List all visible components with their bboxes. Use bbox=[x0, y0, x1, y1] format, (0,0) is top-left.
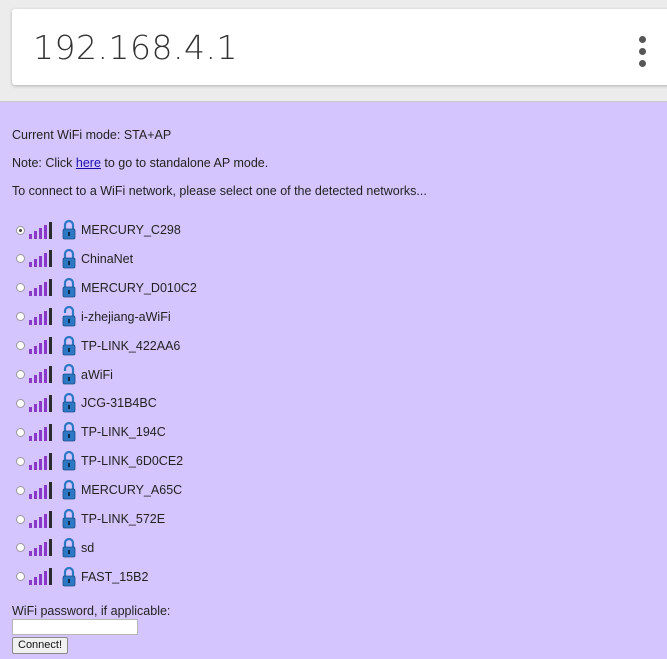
network-item[interactable]: MERCURY_C298 bbox=[16, 218, 181, 242]
wifi-signal-icon bbox=[29, 221, 52, 239]
lock-closed-icon bbox=[62, 277, 76, 298]
network-ssid: MERCURY_D010C2 bbox=[81, 280, 197, 295]
network-radio[interactable] bbox=[16, 572, 25, 582]
network-ssid: ChinaNet bbox=[81, 251, 134, 266]
network-ssid: TP-LINK_6D0CE2 bbox=[81, 454, 184, 469]
network-ssid: i-zhejiang-aWiFi bbox=[81, 309, 171, 324]
note-suffix: to go to standalone AP mode. bbox=[100, 156, 269, 170]
network-radio[interactable] bbox=[16, 341, 25, 351]
wifi-signal-icon bbox=[29, 337, 52, 355]
network-ssid: aWiFi bbox=[81, 367, 113, 382]
network-ssid: MERCURY_C298 bbox=[81, 223, 181, 237]
wifi-signal-icon bbox=[29, 568, 52, 586]
network-radio[interactable] bbox=[16, 485, 25, 495]
standalone-ap-link[interactable]: here bbox=[76, 156, 101, 170]
network-item[interactable]: MERCURY_A65C bbox=[16, 478, 182, 502]
lock-open-icon bbox=[62, 305, 76, 327]
wifi-signal-icon bbox=[29, 366, 52, 383]
wifi-signal-icon bbox=[29, 279, 52, 297]
network-radio[interactable] bbox=[16, 225, 25, 235]
note-text: Note: Click here to go to standalone AP … bbox=[12, 156, 268, 170]
network-ssid: TP-LINK_572E bbox=[81, 512, 166, 526]
instruction-text: To connect to a WiFi network, please sel… bbox=[12, 184, 427, 198]
network-ssid: TP-LINK_422AA6 bbox=[81, 338, 181, 353]
wifi-signal-icon bbox=[29, 250, 52, 268]
network-radio[interactable] bbox=[16, 283, 25, 293]
lock-closed-icon bbox=[62, 219, 76, 240]
note-prefix: Note: Click bbox=[12, 156, 76, 170]
network-item[interactable]: ChinaNet bbox=[16, 247, 133, 271]
wifi-signal-icon bbox=[29, 394, 52, 412]
wifi-signal-icon bbox=[29, 423, 52, 441]
network-radio[interactable] bbox=[16, 456, 25, 466]
more-vertical-icon[interactable] bbox=[637, 36, 647, 76]
password-label: WiFi password, if applicable: bbox=[12, 604, 171, 618]
lock-closed-icon bbox=[62, 508, 76, 529]
network-radio[interactable] bbox=[16, 427, 25, 437]
lock-closed-icon bbox=[62, 248, 76, 269]
wifi-signal-icon bbox=[29, 308, 52, 326]
network-radio[interactable] bbox=[16, 370, 25, 379]
lock-closed-icon bbox=[62, 480, 76, 500]
connect-button[interactable]: Connect! bbox=[12, 637, 69, 654]
network-item[interactable]: TP-LINK_6D0CE2 bbox=[16, 449, 183, 473]
network-item[interactable]: TP-LINK_572E bbox=[16, 507, 165, 531]
network-item[interactable]: TP-LINK_194C bbox=[16, 420, 166, 444]
wifi-signal-icon bbox=[29, 452, 52, 470]
network-ssid: FAST_15B2 bbox=[81, 569, 149, 584]
lock-open-icon bbox=[62, 363, 76, 384]
wifi-mode-text: Current WiFi mode: STA+AP bbox=[12, 128, 172, 142]
url-text[interactable]: 192.168.4.1 bbox=[33, 28, 238, 67]
network-ssid: JCG-31B4BC bbox=[81, 396, 157, 411]
network-item[interactable]: MERCURY_D010C2 bbox=[16, 276, 197, 300]
network-radio[interactable] bbox=[16, 398, 25, 408]
lock-closed-icon bbox=[62, 566, 76, 587]
lock-closed-icon bbox=[62, 451, 76, 471]
network-item[interactable]: sd bbox=[16, 536, 94, 560]
network-ssid: MERCURY_A65C bbox=[81, 483, 183, 498]
lock-closed-icon bbox=[62, 422, 76, 442]
address-bar[interactable]: 192.168.4.1 bbox=[12, 9, 667, 85]
network-radio[interactable] bbox=[16, 254, 25, 264]
lock-closed-icon bbox=[62, 393, 76, 413]
network-item[interactable]: JCG-31B4BC bbox=[16, 391, 157, 415]
network-ssid: TP-LINK_194C bbox=[81, 425, 166, 440]
network-item[interactable]: i-zhejiang-aWiFi bbox=[16, 305, 171, 329]
wifi-signal-icon bbox=[29, 539, 52, 557]
network-radio[interactable] bbox=[16, 543, 25, 553]
browser-toolbar: 192.168.4.1 bbox=[0, 0, 667, 102]
network-item[interactable]: FAST_15B2 bbox=[16, 565, 148, 589]
network-item[interactable]: TP-LINK_422AA6 bbox=[16, 334, 180, 358]
password-input[interactable] bbox=[12, 619, 138, 635]
network-radio[interactable] bbox=[16, 514, 25, 524]
network-radio[interactable] bbox=[16, 312, 25, 322]
network-item[interactable]: aWiFi bbox=[16, 363, 113, 387]
lock-closed-icon bbox=[62, 537, 76, 558]
network-ssid: sd bbox=[81, 540, 95, 555]
wifi-signal-icon bbox=[29, 481, 52, 499]
lock-closed-icon bbox=[62, 335, 76, 355]
wifi-signal-icon bbox=[29, 510, 52, 528]
